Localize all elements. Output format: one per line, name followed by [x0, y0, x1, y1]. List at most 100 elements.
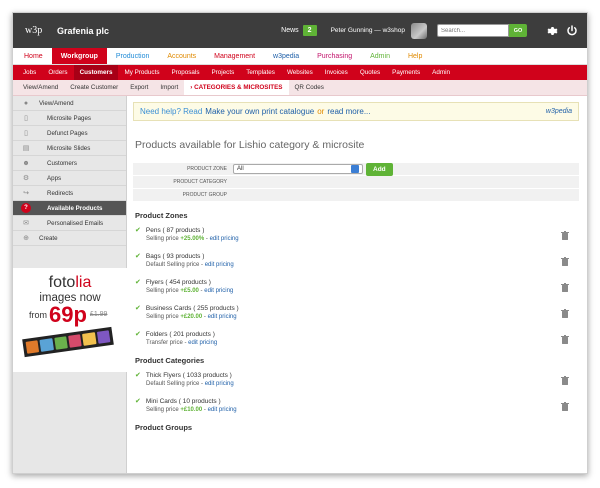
sub-nav-jobs[interactable]: Jobs — [17, 65, 42, 80]
edit-pricing-link[interactable]: edit pricing — [204, 288, 233, 294]
sub-nav-websites[interactable]: Websites — [281, 65, 319, 80]
news-count-badge: 2 — [302, 25, 317, 36]
w3pedia-logo[interactable]: w3pedia — [546, 108, 572, 115]
product-zone-label: PRODUCT ZONE — [187, 166, 227, 172]
main-nav-accounts[interactable]: Accounts — [158, 48, 205, 64]
page-icon: ▯ — [24, 130, 28, 137]
sidebar-item-microsite-pages[interactable]: ▯ Microsite Pages — [13, 111, 126, 126]
company-name: Grafenia plc — [57, 25, 110, 36]
tab-export[interactable]: Export — [124, 80, 154, 95]
price-modifier: +£5.00 — [180, 288, 199, 294]
tab-import[interactable]: Import — [154, 80, 184, 95]
power-icon[interactable] — [565, 24, 579, 38]
sub-nav-orders[interactable]: Orders — [42, 65, 73, 80]
search-input[interactable] — [437, 24, 509, 37]
product-name-row: ✔ Business Cards ( 255 products ) — [135, 304, 579, 313]
app-window: w3p Grafenia plc News 2 Peter Gunning — … — [12, 12, 588, 474]
product-name: Pens ( 87 products ) — [145, 226, 205, 234]
tab-create-customer[interactable]: Create Customer — [64, 80, 124, 95]
product-name-row: ✔ Pens ( 87 products ) — [135, 226, 579, 235]
sidebar-item-view/amend[interactable]: ● View/Amend — [13, 96, 126, 111]
add-button[interactable]: Add — [366, 162, 393, 176]
sidebar-item-label: Customers — [47, 159, 77, 167]
trash-icon[interactable] — [561, 402, 569, 411]
news-link[interactable]: News 2 — [281, 25, 317, 36]
main-nav-admin[interactable]: Admin — [361, 48, 399, 64]
trash-icon[interactable] — [561, 376, 569, 385]
w3p-logo[interactable]: w3p — [25, 24, 45, 38]
sub-nav-invoices[interactable]: Invoices — [319, 65, 354, 80]
edit-pricing-link[interactable]: edit pricing — [210, 236, 239, 242]
sub-nav-projects[interactable]: Projects — [205, 65, 240, 80]
trash-icon[interactable] — [561, 231, 569, 240]
tab-view-amend[interactable]: View/Amend — [17, 80, 64, 95]
sidebar-item-label: Available Products — [47, 204, 103, 212]
sidebar-item-apps[interactable]: ⚙ Apps — [13, 171, 126, 186]
sidebar-item-available-products[interactable]: ? Available Products — [13, 201, 126, 216]
price-label: Selling price — [146, 288, 179, 294]
check-icon: ✔ — [135, 279, 141, 286]
main-nav-workgroup[interactable]: Workgroup — [51, 48, 107, 64]
product-name-row: ✔ Bags ( 93 products ) — [135, 252, 579, 261]
sidebar-item-label: View/Amend — [39, 99, 74, 107]
filter-panel: PRODUCT ZONE All Add PRODUCT CATEGORY PR… — [133, 162, 579, 202]
list-item: ✔ Mini Cards ( 10 products ) Selling price… — [135, 397, 579, 423]
edit-pricing-link[interactable]: edit pricing — [188, 340, 217, 346]
sidebar-item-microsite-slides[interactable]: ▤ Microsite Slides — [13, 141, 126, 156]
sub-nav-payments[interactable]: Payments — [386, 65, 426, 80]
trash-icon[interactable] — [561, 257, 569, 266]
trash-icon[interactable] — [561, 335, 569, 344]
sidebar-item-defunct-pages[interactable]: ▯ Defunct Pages — [13, 126, 126, 141]
edit-pricing-link[interactable]: edit pricing — [205, 381, 234, 387]
help-link-read-more[interactable]: read more... — [327, 107, 370, 116]
price-label: Selling price — [146, 407, 179, 413]
sidebar-item-redirects[interactable]: ↪ Redirects — [13, 186, 126, 201]
product-zones-section: Product Zones ✔ Pens ( 87 products ) Selli… — [133, 211, 579, 356]
sub-nav-admin[interactable]: Admin — [426, 65, 456, 80]
pricing-row: Selling price +25.00% - edit pricing — [146, 236, 239, 242]
main-nav-home[interactable]: Home — [15, 48, 52, 64]
gear-icon[interactable] — [545, 24, 559, 38]
sidebar-item-personalised-emails[interactable]: ✉ Personalised Emails — [13, 216, 126, 231]
help-or: or — [317, 107, 325, 116]
sub-nav-quotes[interactable]: Quotes — [354, 65, 386, 80]
sidebar-item-label: Redirects — [47, 189, 74, 197]
sub-nav-templates[interactable]: Templates — [240, 65, 281, 80]
main-nav-production[interactable]: Production — [107, 48, 158, 64]
sub-nav-my-products[interactable]: My Products — [118, 65, 165, 80]
sub-nav: Jobs Orders Customers My Products Proposals P… — [13, 65, 587, 80]
check-icon: ✔ — [135, 227, 141, 234]
fotolia-ad[interactable]: fotolia images now from 69p £1.99 — [13, 268, 127, 372]
edit-pricing-link[interactable]: edit pricing — [208, 407, 237, 413]
help-question: Need help? Read — [140, 107, 203, 116]
trash-icon[interactable] — [561, 283, 569, 292]
sub-nav-customers[interactable]: Customers — [73, 65, 119, 80]
list-item: ✔ Thick Flyers ( 1033 products ) Default S… — [135, 371, 579, 397]
main-nav-help[interactable]: Help — [399, 48, 431, 64]
product-zone-select[interactable]: All — [233, 164, 363, 174]
price-modifier: +£10.00 — [180, 407, 203, 413]
user-name[interactable]: Peter Gunning — w3shop — [331, 27, 405, 34]
product-groups-section: Product Groups — [133, 423, 579, 432]
sidebar-item-label: Microsite Slides — [47, 144, 91, 152]
edit-pricing-link[interactable]: edit pricing — [208, 314, 237, 320]
chevron-down-icon — [351, 165, 359, 173]
tab-qr-codes[interactable]: QR Codes — [289, 80, 330, 95]
question-icon: ? — [19, 203, 33, 213]
main-nav-w3pedia[interactable]: w3pedia — [264, 48, 308, 64]
sidebar-item-create[interactable]: ⊕ Create — [13, 231, 126, 246]
sidebar-item-customers[interactable]: ☻ Customers — [13, 156, 126, 171]
price-label: Selling price — [146, 236, 179, 242]
sub-nav-proposals[interactable]: Proposals — [165, 65, 205, 80]
edit-pricing-link[interactable]: edit pricing — [205, 262, 234, 268]
price-modifier: +25.00% — [180, 236, 205, 242]
main-nav-management[interactable]: Management — [205, 48, 264, 64]
help-link-catalogue[interactable]: Make your own print catalogue — [205, 107, 314, 116]
search-go-button[interactable]: GO — [509, 24, 527, 37]
tab-categories-microsites[interactable]: › CATEGORIES & MICROSITES — [184, 80, 289, 95]
trash-icon[interactable] — [561, 309, 569, 318]
avatar[interactable] — [411, 22, 427, 39]
slides-icon: ▤ — [22, 145, 30, 152]
news-label: News — [281, 27, 299, 34]
main-nav-purchasing[interactable]: Purchasing — [308, 48, 361, 64]
